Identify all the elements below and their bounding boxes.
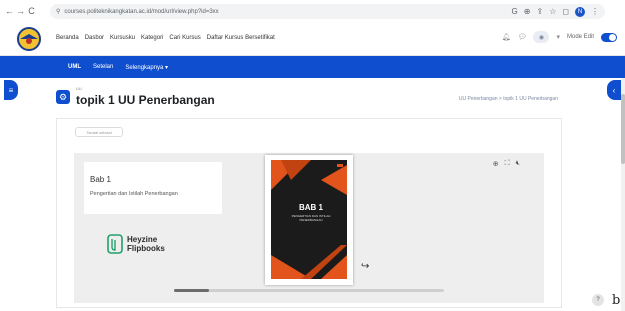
book-cover-page[interactable]: BAB 1 PENGERTIAN DAN ISTILAH PENERBANGAN bbox=[265, 155, 353, 285]
page-header: ⚙ UU topik 1 UU Penerbangan UU Penerbang… bbox=[52, 84, 562, 116]
mute-icon[interactable]: 🔇︎ bbox=[516, 160, 520, 168]
notification-bell-icon[interactable]: 🔔︎ bbox=[502, 33, 511, 41]
messages-icon[interactable]: 💬︎ bbox=[518, 33, 527, 41]
heyzine-text: Heyzine Flipbooks bbox=[127, 235, 165, 253]
tab-window-icon[interactable]: ◻ bbox=[562, 7, 569, 16]
fullscreen-icon[interactable]: ⛶ bbox=[505, 160, 510, 168]
course-secondary-nav: UML Setelan Selengkapnya ▾ bbox=[0, 56, 625, 78]
tab-selengkapnya-label: Selengkapnya bbox=[125, 64, 164, 71]
mark-done-button[interactable]: Tandai selesai bbox=[75, 127, 123, 137]
browser-toolbar: ← → C ⚲ courses.politeknikangkatan.ac.id… bbox=[0, 0, 625, 22]
primary-navigation: Beranda Dasbor Kursusku Kategori Cari Kursus… bbox=[56, 35, 275, 41]
nav-link-beranda[interactable]: Beranda bbox=[56, 35, 79, 41]
user-menu-chevron-icon[interactable]: ▾ bbox=[556, 33, 560, 41]
url-text: courses.politeknikangkatan.ac.id/mod/url… bbox=[64, 8, 219, 15]
site-info-icon[interactable]: ⚲ bbox=[56, 8, 60, 15]
mode-edit-label: Mode Edit bbox=[566, 34, 594, 40]
zoom-in-icon[interactable]: ⊕ bbox=[493, 160, 499, 168]
nav-link-cari-kursus[interactable]: Cari Kursus bbox=[169, 35, 200, 41]
chapter-subtitle: Pengertian dan Istilah Penerbangan bbox=[90, 191, 178, 197]
address-bar[interactable]: ⚲ courses.politeknikangkatan.ac.id/mod/u… bbox=[50, 4, 605, 19]
user-menu-avatar[interactable]: ◉ bbox=[533, 31, 550, 43]
share-page-icon[interactable]: ⇪ bbox=[536, 7, 543, 16]
page-scrollbar-thumb[interactable] bbox=[621, 94, 625, 164]
breadcrumb[interactable]: UU Penerbangan > topik 1 UU Penerbangan bbox=[459, 96, 558, 102]
user-tools: 🔔︎ 💬︎ ◉ ▾ Mode Edit bbox=[502, 31, 617, 43]
reload-icon[interactable]: C bbox=[26, 6, 37, 16]
cover-title: BAB 1 bbox=[299, 203, 324, 212]
back-icon[interactable]: ← bbox=[4, 6, 15, 16]
block-drawer-toggle[interactable]: ‹ bbox=[607, 80, 621, 100]
chevron-left-icon: ‹ bbox=[612, 85, 616, 95]
nav-link-dasbor[interactable]: Dasbor bbox=[85, 35, 104, 41]
nav-link-kategori[interactable]: Kategori bbox=[141, 35, 163, 41]
zoom-icon[interactable]: ⊕ bbox=[524, 7, 531, 16]
share-icon[interactable]: ↪ bbox=[361, 261, 369, 272]
browser-menu-icon[interactable]: ⋮ bbox=[591, 7, 599, 16]
heyzine-logo-icon bbox=[107, 234, 123, 254]
tab-setelan[interactable]: Setelan bbox=[93, 64, 113, 70]
list-icon: ≡ bbox=[8, 85, 14, 95]
activity-card: Tandai selesai Bab 1 Pengertian dan Isti… bbox=[56, 118, 562, 308]
heyzine-brand-line2: Flipbooks bbox=[127, 244, 165, 253]
page-title: topik 1 UU Penerbangan bbox=[76, 93, 215, 107]
bookmark-star-icon[interactable]: ☆ bbox=[549, 7, 556, 16]
course-short-name: UU bbox=[76, 86, 82, 91]
tab-uml[interactable]: UML bbox=[68, 64, 81, 70]
cover-subtitle: PENGERTIAN DAN ISTILAH PENERBANGAN bbox=[291, 214, 331, 222]
flipbook-toolbar: ⊕ ⛶ 🔇︎ bbox=[493, 160, 520, 168]
site-logo[interactable] bbox=[16, 26, 42, 52]
forward-icon[interactable]: → bbox=[15, 6, 26, 16]
help-button[interactable]: ? bbox=[592, 294, 604, 306]
heyzine-brand-line1: Heyzine bbox=[127, 235, 158, 244]
heyzine-brand[interactable]: Heyzine Flipbooks bbox=[107, 233, 165, 255]
nav-link-daftar-kursus-bersetifikat[interactable]: Daftar Kursus Bersetifikat bbox=[207, 35, 275, 41]
cover-artwork: BAB 1 PENGERTIAN DAN ISTILAH PENERBANGAN bbox=[271, 160, 347, 279]
site-navbar: Beranda Dasbor Kursusku Kategori Cari Kursus… bbox=[0, 22, 625, 56]
google-icon[interactable]: G bbox=[512, 7, 518, 16]
tab-selengkapnya[interactable]: Selengkapnya ▾ bbox=[125, 64, 168, 71]
course-index-drawer-toggle[interactable]: ≡ bbox=[4, 80, 18, 100]
flipbook-viewer[interactable]: Bab 1 Pengertian dan Istilah Penerbangan… bbox=[74, 153, 544, 303]
mode-edit-toggle[interactable] bbox=[601, 32, 617, 42]
profile-avatar[interactable]: N bbox=[575, 6, 585, 17]
nav-link-kursusku[interactable]: Kursusku bbox=[110, 35, 135, 41]
trailing-character: b bbox=[612, 293, 621, 308]
chapter-title: Bab 1 bbox=[90, 175, 111, 184]
url-activity-icon: ⚙ bbox=[56, 90, 70, 104]
flipbook-scrollbar-thumb[interactable] bbox=[174, 289, 210, 292]
flipbook-page-scrollbar[interactable] bbox=[174, 289, 444, 292]
chapter-info-card: Bab 1 Pengertian dan Istilah Penerbangan bbox=[84, 162, 222, 214]
